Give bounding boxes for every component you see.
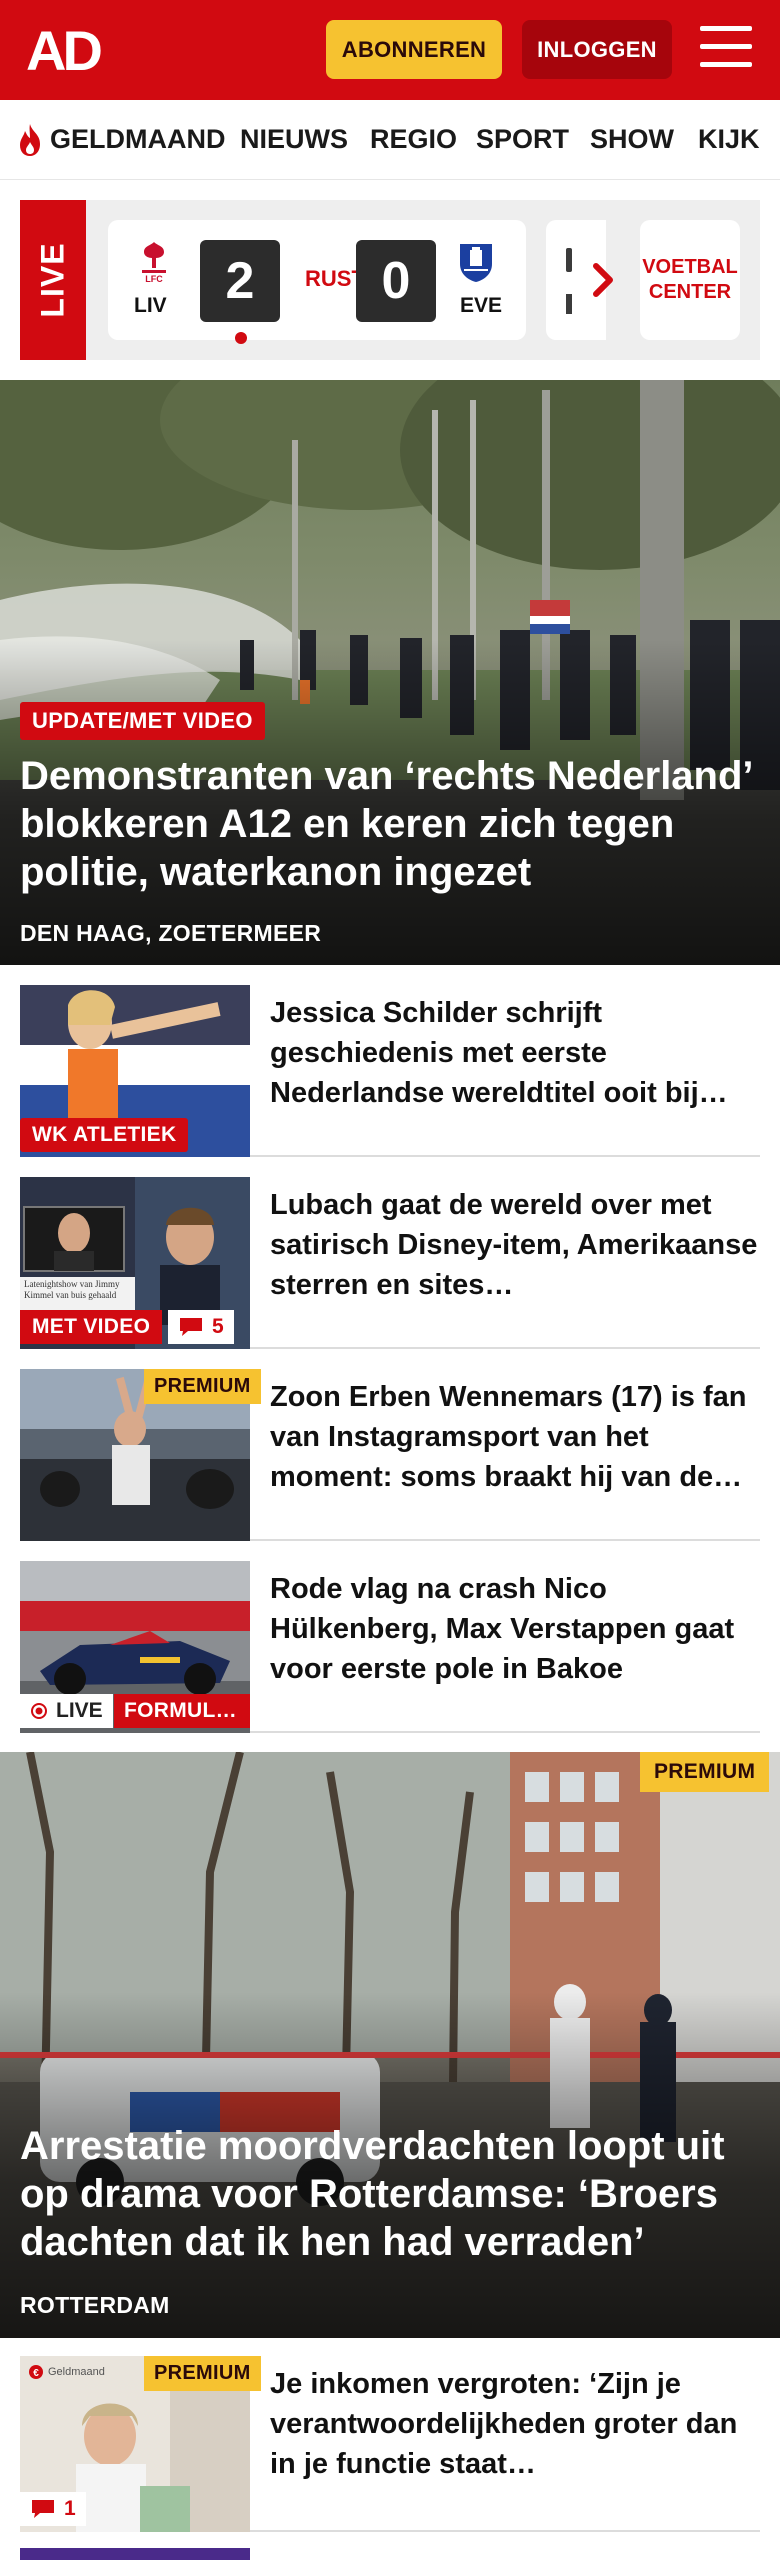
ad-logo[interactable]: AD [26,22,116,78]
live-badge: LIVE [20,1694,113,1728]
live-indicator-dot [235,332,247,344]
home-score: 2 [200,240,280,344]
nav-item-sport[interactable]: SPORT [476,124,569,155]
flame-icon [20,124,40,156]
next-article-thumbnail-peek [20,2548,250,2560]
nav-item-regio[interactable]: REGIO [370,124,457,155]
list-item[interactable]: WK ATLETIEK Jessica Schilder schrijft ge… [20,985,760,1157]
feature-location: ROTTERDAM [20,2292,170,2318]
comment-icon [32,2500,54,2518]
home-team-code: LIV [134,294,167,317]
list-item[interactable]: Latenightshow van Jimmy Kimmel van buis … [20,1177,760,1349]
liverpool-crest-icon: LFC [142,242,166,284]
list-item[interactable]: LIVE FORMUL… Rode vlag na crash Nico Hül… [20,1561,760,1733]
comment-count-badge[interactable]: 5 [168,1310,234,1344]
premium-badge: PREMIUM [144,2356,261,2391]
feature-article[interactable]: PREMIUM Arrestatie moordverdachten loopt… [0,1752,780,2338]
live-dot-icon [31,1703,47,1719]
live-badge-label: LIVE [56,1699,103,1722]
everton-crest-icon [460,244,492,282]
article-category-label: WK ATLETIEK [20,1118,189,1152]
nav-item-nieuws[interactable]: NIEUWS [240,124,348,155]
comment-icon [180,1318,202,1336]
live-scores-bar: LIVE LFC LIV 2 RUST 0 EVE VOETBAL CENTER [20,200,760,360]
subscribe-button[interactable]: ABONNEREN [326,20,502,79]
match-card[interactable]: LFC LIV 2 RUST 0 EVE [108,220,526,344]
svg-text:AD: AD [26,22,101,78]
article-title[interactable]: Lubach gaat de wereld over met satirisch… [270,1185,760,1305]
hero-tag: UPDATE/MET VIDEO [20,702,265,740]
hero-title[interactable]: Demonstranten van ‘rechts Nederland’ blo… [20,752,765,896]
section-nav: GELDMAAND NIEUWS REGIO SPORT SHOW KIJK [0,100,780,180]
geldmaand-thumb-label: € Geldmaand [28,2364,105,2380]
chevron-right-icon[interactable] [588,260,618,300]
hero-article[interactable]: UPDATE/MET VIDEO Demonstranten van ‘rech… [0,380,780,965]
away-team-code: EVE [460,294,503,317]
list-item[interactable]: € Geldmaand PREMIUM 1 Je inkomen vergrot… [20,2356,760,2532]
svg-text:LFC: LFC [145,274,163,284]
premium-badge: PREMIUM [640,1752,770,1792]
hamburger-icon[interactable] [700,26,752,72]
thumbnail-caption: Latenightshow van Jimmy Kimmel van buis … [24,1279,120,1300]
football-center-button[interactable]: VOETBAL CENTER [640,220,740,340]
article-category-label: FORMUL… [114,1694,250,1728]
nav-item-kijk[interactable]: KIJK [698,124,760,155]
article-title[interactable]: Zoon Erben Wennemars (17) is fan van Ins… [270,1377,760,1497]
comment-count: 1 [64,2497,76,2520]
article-video-label: MET VIDEO [20,1310,163,1344]
article-title[interactable]: Jessica Schilder schrijft geschiedenis m… [270,993,760,1113]
list-item[interactable]: PREMIUM Zoon Erben Wennemars (17) is fan… [20,1369,760,1541]
geldmaand-logo-icon: € [29,2365,43,2379]
article-title[interactable]: Je inkomen vergroten: ‘Zijn je verantwoo… [270,2364,760,2484]
live-label: LIVE [20,200,86,360]
nav-item-show[interactable]: SHOW [590,124,674,155]
svg-text:€: € [33,2368,39,2379]
comment-count-badge[interactable]: 1 [20,2492,86,2526]
nav-item-geldmaand[interactable]: GELDMAAND [50,124,226,155]
hero-location: DEN HAAG, ZOETERMEER [20,920,322,946]
away-score: 0 [356,240,436,322]
article-title[interactable]: Rode vlag na crash Nico Hülkenberg, Max … [270,1569,760,1689]
login-button[interactable]: INLOGGEN [522,20,672,79]
feature-title[interactable]: Arrestatie moordverdachten loopt uit op … [20,2122,765,2266]
premium-badge: PREMIUM [144,1369,261,1404]
comment-count: 5 [212,1315,224,1338]
top-bar: AD ABONNEREN INLOGGEN [0,0,780,100]
